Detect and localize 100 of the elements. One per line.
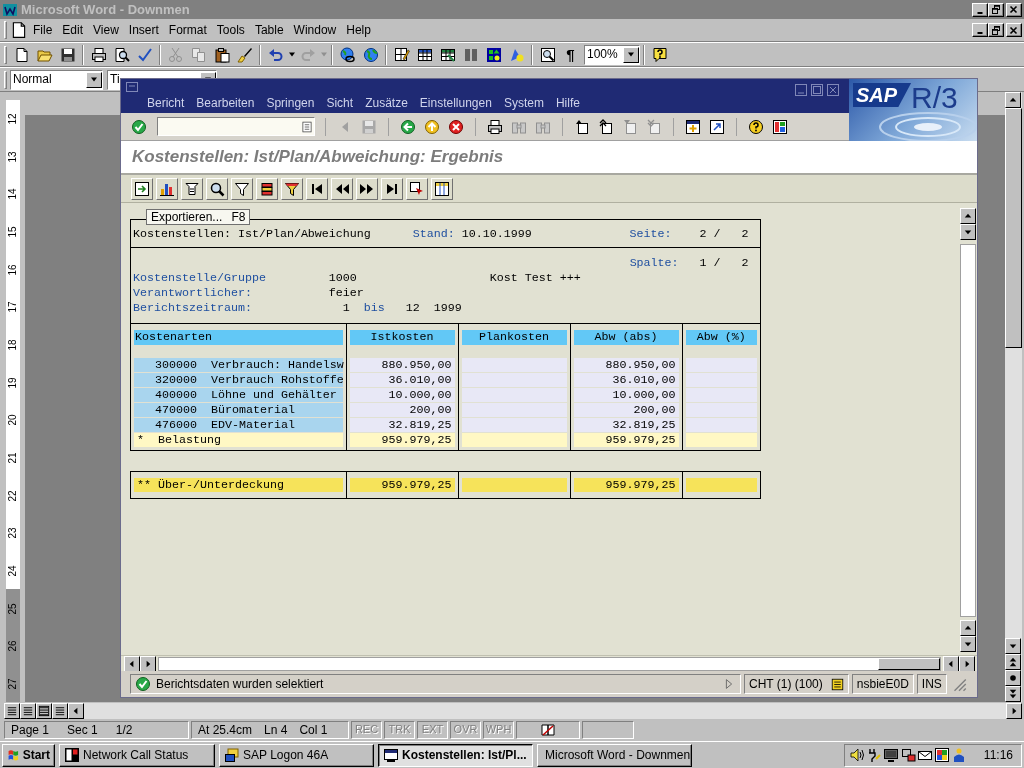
clipboard-icon[interactable]: [213, 46, 230, 63]
exit-icon[interactable]: [424, 118, 440, 135]
bar-chart-icon[interactable]: [156, 177, 178, 200]
scroll-down-button[interactable]: [1005, 638, 1021, 654]
search-icon[interactable]: [206, 177, 228, 200]
list-icon[interactable]: [830, 677, 844, 691]
previous-icon[interactable]: [331, 177, 353, 200]
stacked-bars-icon[interactable]: [256, 177, 278, 200]
menu-item[interactable]: Format: [163, 21, 212, 39]
layout-icon[interactable]: [772, 118, 788, 135]
page-down-button[interactable]: [960, 224, 976, 240]
menu-item[interactable]: Zusätze: [359, 95, 414, 112]
menu-item[interactable]: Window: [288, 21, 342, 39]
columns-icon[interactable]: [431, 177, 453, 200]
next-page-icon[interactable]: [622, 118, 638, 135]
scroll-right-button[interactable]: [140, 655, 156, 672]
previous-page-button[interactable]: [1005, 654, 1021, 670]
maximize-button[interactable]: [811, 84, 823, 96]
shortcut-icon[interactable]: [709, 118, 725, 135]
scroll-left-button[interactable]: [68, 702, 84, 719]
menu-item[interactable]: View: [88, 21, 124, 39]
last-icon[interactable]: [381, 177, 403, 200]
window-menu-icon[interactable]: [125, 80, 139, 94]
last-page-icon[interactable]: [646, 118, 662, 135]
paintbrush-icon[interactable]: [236, 46, 253, 63]
menu-item[interactable]: Table: [249, 21, 289, 39]
scroll-thumb[interactable]: [1005, 108, 1022, 348]
menu-item[interactable]: Sicht: [320, 95, 360, 112]
zoom-page-icon[interactable]: [539, 46, 556, 63]
next-page-button[interactable]: [1005, 686, 1021, 702]
taskbar-button[interactable]: SAP Logon 46A: [219, 743, 374, 767]
restore-icon: [991, 5, 1001, 14]
scroll-left-button[interactable]: [124, 655, 140, 672]
scroll-right-button[interactable]: [959, 655, 975, 672]
style-combo[interactable]: Normal: [10, 69, 103, 90]
menu-item[interactable]: Tools: [211, 21, 250, 39]
scroll-up-button[interactable]: [1005, 92, 1021, 108]
scroll-left-button[interactable]: [943, 655, 959, 672]
table-pencil-icon[interactable]: [393, 46, 410, 63]
next-icon[interactable]: [356, 177, 378, 200]
taskbar-button[interactable]: Microsoft Word - Downmen: [537, 743, 692, 767]
menu-item[interactable]: File: [28, 21, 58, 39]
show-marks-button[interactable]: ¶: [559, 43, 582, 66]
funnel-icon[interactable]: [281, 177, 303, 200]
monitor-icon[interactable]: [882, 747, 899, 763]
save-icon[interactable]: [59, 46, 76, 63]
browse-object-button[interactable]: [1005, 670, 1021, 686]
restore-button[interactable]: [988, 23, 1004, 37]
menu-item[interactable]: Edit: [57, 21, 89, 39]
globe-link-icon[interactable]: [339, 46, 356, 63]
outline-view-button[interactable]: [52, 702, 68, 719]
spreadsheet-icon[interactable]: [439, 46, 456, 63]
restore-button[interactable]: [988, 2, 1004, 17]
globe-icon[interactable]: [362, 46, 379, 63]
menu-item[interactable]: Bericht: [141, 95, 191, 112]
caret-icon[interactable]: [627, 52, 635, 57]
scroll-down-button[interactable]: [960, 636, 976, 652]
scroll-thumb[interactable]: [878, 657, 940, 670]
menu-item[interactable]: Help: [341, 21, 376, 39]
menu-item[interactable]: Bearbeiten: [190, 95, 261, 112]
scroll-up-button[interactable]: [960, 620, 976, 636]
print-icon[interactable]: [90, 46, 107, 63]
colors-icon[interactable]: [933, 747, 950, 763]
previous-page-icon[interactable]: [598, 118, 614, 135]
menu-item[interactable]: Insert: [123, 21, 164, 39]
help-icon[interactable]: [748, 118, 764, 135]
taskbar-button[interactable]: Network Call Status: [59, 743, 215, 767]
undo-icon[interactable]: [267, 46, 284, 63]
help-icon[interactable]: [651, 46, 668, 63]
back-icon[interactable]: [400, 118, 416, 135]
print-icon[interactable]: [487, 118, 503, 135]
cancel-icon[interactable]: [448, 118, 464, 135]
start-button[interactable]: Start: [2, 743, 55, 767]
new-document-icon[interactable]: [13, 46, 30, 63]
web-view-button[interactable]: [20, 702, 36, 719]
enter-icon[interactable]: [131, 118, 147, 135]
caret-icon[interactable]: [90, 77, 98, 82]
taskbar-button[interactable]: Kostenstellen: Ist/Pl...: [378, 743, 533, 767]
caret-icon[interactable]: [287, 52, 296, 57]
first-icon[interactable]: [306, 177, 328, 200]
new-session-icon[interactable]: [685, 118, 701, 135]
table-icon[interactable]: [416, 46, 433, 63]
page-up-button[interactable]: [960, 208, 976, 224]
menu-item[interactable]: Einstellungen: [413, 95, 498, 112]
menu-item[interactable]: Springen: [260, 95, 321, 112]
filter-icon[interactable]: [231, 177, 253, 200]
menu-item[interactable]: Hilfe: [549, 95, 586, 112]
shapes-icon[interactable]: [485, 46, 502, 63]
print-preview-icon[interactable]: [113, 46, 130, 63]
command-field[interactable]: [157, 117, 315, 136]
select-icon[interactable]: [406, 177, 428, 200]
print-view-button[interactable]: [36, 702, 52, 719]
speaker-icon[interactable]: [848, 747, 865, 763]
first-page-icon[interactable]: [574, 118, 590, 135]
menu-item[interactable]: System: [497, 95, 550, 112]
normal-view-button[interactable]: [4, 702, 20, 719]
zoom-combo[interactable]: 100%: [584, 44, 640, 65]
checkmark-icon[interactable]: [136, 46, 153, 63]
scroll-right-button[interactable]: [1006, 702, 1022, 719]
computer-icon[interactable]: [899, 747, 916, 763]
